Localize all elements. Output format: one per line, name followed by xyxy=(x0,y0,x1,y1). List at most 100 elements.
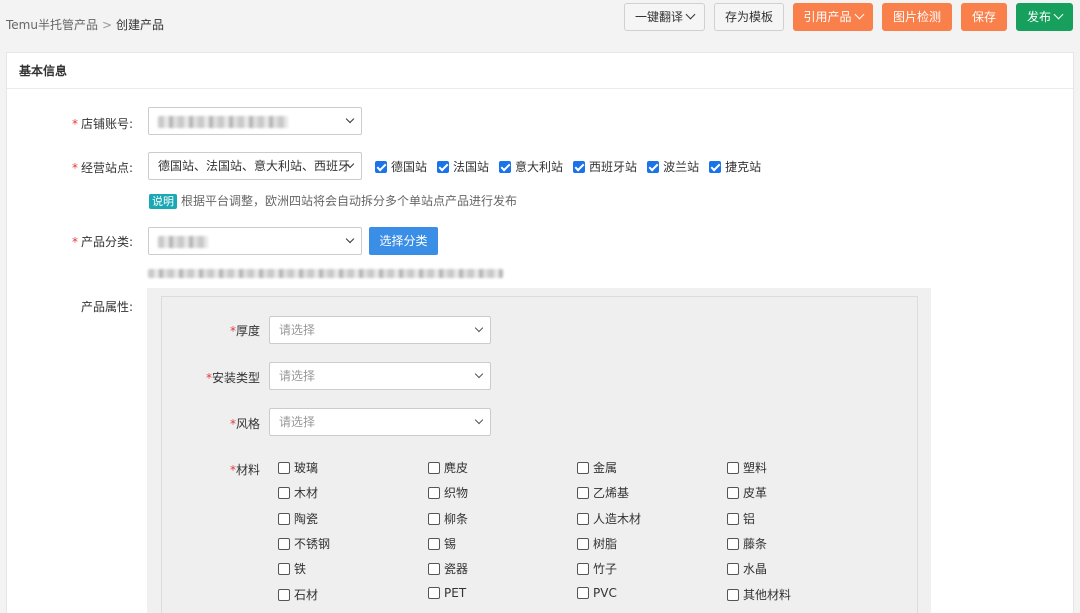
checkbox-icon[interactable] xyxy=(428,461,440,474)
install-type-label: *安装类型 xyxy=(190,369,260,386)
material-option-ceramic[interactable]: 陶瓷 xyxy=(278,510,318,527)
site-label: 法国站 xyxy=(453,160,490,174)
checkbox-icon[interactable] xyxy=(278,461,290,474)
checkbox-checked-icon[interactable] xyxy=(573,160,586,173)
checkbox-checked-icon[interactable] xyxy=(437,160,450,173)
shop-select[interactable] xyxy=(148,107,362,135)
site-checkbox-france[interactable]: 法国站 xyxy=(437,158,489,175)
install-type-select[interactable]: 请选择 xyxy=(269,362,491,390)
style-select[interactable]: 请选择 xyxy=(269,408,491,436)
material-option-aluminum[interactable]: 铝 xyxy=(727,510,755,527)
publish-button[interactable]: 发布 xyxy=(1016,3,1073,31)
checkbox-icon[interactable] xyxy=(577,562,589,575)
material-option-stainless-steel[interactable]: 不锈钢 xyxy=(278,535,330,552)
material-option-label: 石材 xyxy=(294,588,319,602)
material-option-leather[interactable]: 皮革 xyxy=(727,484,767,501)
material-option-label: 木材 xyxy=(294,486,319,500)
checkbox-icon[interactable] xyxy=(428,537,440,550)
thickness-select[interactable]: 请选择 xyxy=(269,316,491,344)
material-option-fabric[interactable]: 织物 xyxy=(428,484,468,501)
redacted-category xyxy=(158,235,208,248)
checkbox-icon[interactable] xyxy=(278,537,290,550)
checkbox-checked-icon[interactable] xyxy=(709,160,722,173)
material-option-wicker[interactable]: 柳条 xyxy=(428,510,468,527)
site-checkbox-italy[interactable]: 意大利站 xyxy=(499,158,563,175)
checkbox-icon[interactable] xyxy=(727,588,739,601)
site-checkbox-poland[interactable]: 波兰站 xyxy=(647,158,699,175)
checkbox-icon[interactable] xyxy=(577,512,589,525)
material-option-glass[interactable]: 玻璃 xyxy=(278,459,318,476)
material-option-label: 锡 xyxy=(444,537,457,551)
material-option-vinyl[interactable]: 乙烯基 xyxy=(577,484,629,501)
checkbox-icon[interactable] xyxy=(577,461,589,474)
material-option-label: 陶瓷 xyxy=(294,512,319,526)
checkbox-icon[interactable] xyxy=(727,537,739,550)
checkbox-icon[interactable] xyxy=(577,537,589,550)
save-label: 保存 xyxy=(971,10,996,24)
checkbox-icon[interactable] xyxy=(428,587,440,599)
material-option-iron[interactable]: 铁 xyxy=(278,560,306,577)
material-option-label: 水晶 xyxy=(743,562,768,576)
material-option-other[interactable]: 其他材料 xyxy=(727,586,791,603)
site-checkbox-czech[interactable]: 捷克站 xyxy=(709,158,761,175)
category-select[interactable] xyxy=(148,227,362,255)
material-option-pet[interactable]: PET xyxy=(428,586,466,600)
material-option-label: 瓷器 xyxy=(444,562,469,576)
sites-select-value: 德国站、法国站、意大利站、西班牙 xyxy=(158,159,351,173)
material-option-rattan[interactable]: 藤条 xyxy=(727,535,767,552)
checkbox-icon[interactable] xyxy=(428,486,440,499)
material-option-suede[interactable]: 麂皮 xyxy=(428,459,468,476)
sites-label-text: 经营站点: xyxy=(80,161,133,175)
checkbox-checked-icon[interactable] xyxy=(375,160,387,173)
material-option-porcelain[interactable]: 瓷器 xyxy=(428,560,468,577)
material-option-crystal[interactable]: 水晶 xyxy=(727,560,767,577)
checkbox-icon[interactable] xyxy=(278,562,290,575)
save-template-button[interactable]: 存为模板 xyxy=(714,3,784,31)
choose-category-button[interactable]: 选择分类 xyxy=(369,227,438,255)
checkbox-icon[interactable] xyxy=(577,587,589,599)
site-checkboxes: 德国站 法国站 意大利站 西班牙站 波兰站 捷克站 xyxy=(375,158,771,176)
breadcrumb-parent[interactable]: Temu半托管产品 xyxy=(6,18,98,32)
material-label-text: 材料 xyxy=(235,463,260,477)
translate-button[interactable]: 一键翻译 xyxy=(624,3,705,31)
checkbox-icon[interactable] xyxy=(428,512,440,525)
checkbox-icon[interactable] xyxy=(577,486,589,499)
material-option-label: 藤条 xyxy=(743,537,768,551)
material-option-plastic[interactable]: 塑料 xyxy=(727,459,767,476)
shop-label: * 店铺账号: xyxy=(13,115,133,132)
chevron-down-icon xyxy=(685,9,696,20)
checkbox-icon[interactable] xyxy=(727,512,739,525)
breadcrumb: Temu半托管产品 > 创建产品 xyxy=(6,16,164,33)
quote-product-button[interactable]: 引用产品 xyxy=(793,3,873,31)
image-check-button[interactable]: 图片检测 xyxy=(882,3,952,31)
site-checkbox-spain[interactable]: 西班牙站 xyxy=(573,158,637,175)
install-type-placeholder: 请选择 xyxy=(279,369,316,383)
site-checkbox-germany[interactable]: 德国站 xyxy=(375,158,427,175)
material-option-tin[interactable]: 锡 xyxy=(428,535,456,552)
sites-select[interactable]: 德国站、法国站、意大利站、西班牙 xyxy=(148,152,362,180)
material-option-label: 塑料 xyxy=(743,461,768,475)
material-option-metal[interactable]: 金属 xyxy=(577,459,617,476)
material-option-wood[interactable]: 木材 xyxy=(278,484,318,501)
checkbox-checked-icon[interactable] xyxy=(499,160,512,173)
material-label: *材料 xyxy=(190,461,260,478)
save-button[interactable]: 保存 xyxy=(961,3,1007,31)
material-option-pvc[interactable]: PVC xyxy=(577,586,617,600)
required-mark: * xyxy=(71,235,78,249)
material-option-label: 乙烯基 xyxy=(593,486,630,500)
material-option-engineered-wood[interactable]: 人造木材 xyxy=(577,510,641,527)
checkbox-icon[interactable] xyxy=(278,588,290,601)
chevron-down-icon xyxy=(474,415,484,425)
checkbox-icon[interactable] xyxy=(727,562,739,575)
checkbox-icon[interactable] xyxy=(428,562,440,575)
checkbox-icon[interactable] xyxy=(727,461,739,474)
checkbox-icon[interactable] xyxy=(727,486,739,499)
material-option-label: 金属 xyxy=(593,461,618,475)
checkbox-checked-icon[interactable] xyxy=(647,160,660,173)
style-label-text: 风格 xyxy=(235,417,260,431)
material-option-stone[interactable]: 石材 xyxy=(278,586,318,603)
checkbox-icon[interactable] xyxy=(278,512,290,525)
material-option-resin[interactable]: 树脂 xyxy=(577,535,617,552)
material-option-bamboo[interactable]: 竹子 xyxy=(577,560,617,577)
checkbox-icon[interactable] xyxy=(278,486,290,499)
